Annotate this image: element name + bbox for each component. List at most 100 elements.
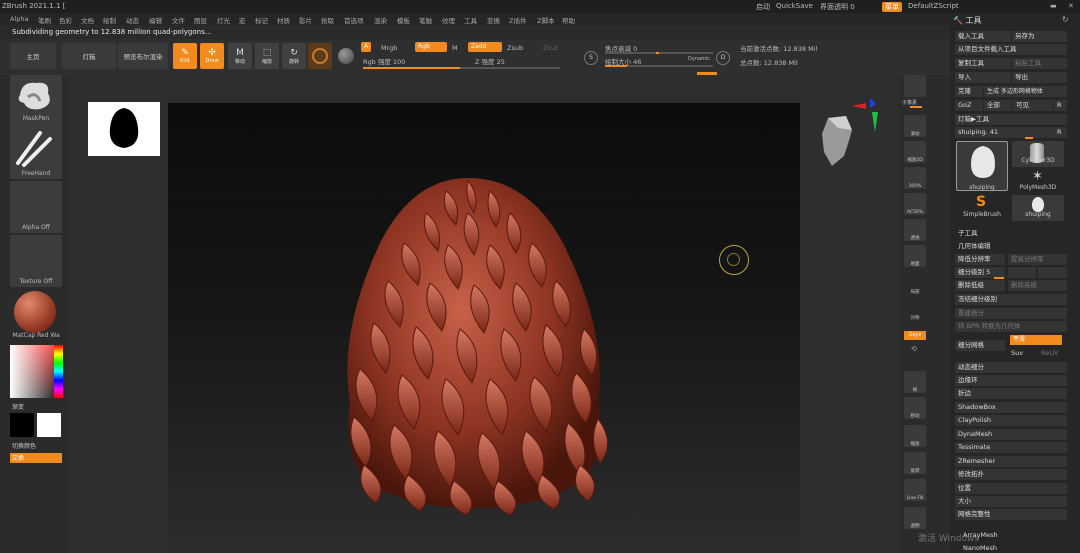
dynamic-toggle[interactable]: Dynamic (688, 56, 710, 62)
gxyz-button[interactable]: Gxyz (904, 331, 926, 340)
scroll-button[interactable]: 滚动 (904, 115, 926, 137)
zoom2d-button[interactable]: 缩放2D (904, 141, 926, 163)
size-section[interactable]: 大小 (955, 496, 1067, 507)
current-tool-slider[interactable]: shuiping. 41 (955, 127, 1054, 138)
palette-refresh-icon[interactable]: ↻ (1062, 15, 1069, 24)
rotate-button[interactable]: ↻ 旋转 (282, 43, 306, 69)
zremesher-section[interactable]: ZRemesher (955, 456, 1067, 467)
move-view-button[interactable]: 移动 (904, 397, 926, 419)
symmetry-button[interactable]: 对称 (904, 299, 926, 321)
clone-button[interactable]: 克隆 (955, 86, 983, 97)
subtool-section[interactable]: 子工具 (955, 228, 1067, 239)
navigation-thumbnail[interactable] (88, 102, 160, 156)
current-tool-r-button[interactable]: R (1054, 127, 1067, 138)
bpr-render-button[interactable] (904, 75, 926, 97)
shadowbox-section[interactable]: ShadowBox (955, 402, 1067, 413)
default-zscript[interactable]: DefaultZScript (908, 2, 959, 10)
higher-res-button[interactable]: 提高分辨率 (1008, 254, 1067, 265)
menu-stencil[interactable]: 模板 (397, 15, 410, 25)
nanomesh-section[interactable]: NanoMesh (960, 543, 1072, 553)
startup-menu[interactable]: 启动 (756, 2, 770, 12)
menu-texture[interactable]: 纹理 (442, 15, 455, 25)
perspective-button[interactable]: 透视 (904, 219, 926, 241)
export-button[interactable]: 导出 (1012, 72, 1067, 83)
geometry-section[interactable]: 几何体编辑 (955, 241, 1067, 252)
edge-loop-section[interactable]: 边缘环 (955, 375, 1067, 386)
home-button[interactable]: 主页 (10, 43, 56, 69)
menu-movie-dynamics[interactable]: 动态 (126, 15, 139, 25)
menu-render[interactable]: 渲染 (374, 15, 387, 25)
menu-file[interactable]: 文件 (172, 15, 185, 25)
menu-macro[interactable]: 宏 (239, 15, 246, 25)
edit-button[interactable]: ✎ Edit (173, 43, 197, 69)
crease-section[interactable]: 折边 (955, 388, 1067, 399)
zoom-view-button[interactable]: 缩放 (904, 425, 926, 447)
ui-transparency-slider[interactable]: 界面透明 0 (820, 2, 855, 12)
menu-transform[interactable]: 变换 (487, 15, 500, 25)
lightbox-tools-button[interactable]: 灯箱▶工具 (955, 114, 1067, 125)
menu-draw[interactable]: 绘制 (103, 15, 116, 25)
focal-shift-track[interactable] (605, 52, 713, 54)
menu-alpha[interactable]: Alpha (10, 15, 28, 23)
reuv-toggle[interactable]: ReUV (1038, 348, 1067, 359)
scale-button[interactable]: ⬚ 缩放 (255, 43, 279, 69)
orientation-head-gizmo[interactable] (818, 112, 856, 170)
load-tool-button[interactable]: 载入工具 (955, 31, 1011, 42)
menu-tool[interactable]: 工具 (464, 15, 477, 25)
reconstruct-subdiv-button[interactable]: 重建细分 (955, 308, 1067, 319)
goz-all-button[interactable]: 全部 (984, 100, 1012, 111)
modify-topology-section[interactable]: 修改拓扑 (955, 469, 1067, 480)
local-button[interactable]: 局部 (904, 273, 926, 295)
load-from-project-button[interactable]: 从项目文件载入工具 (955, 44, 1067, 55)
transparency-button[interactable]: 透明 (904, 507, 926, 529)
bpr-preview-button[interactable]: 预览布尔渲染 (118, 43, 168, 69)
tessimate-section[interactable]: Tessimate (955, 442, 1067, 453)
rotate-axis-icon[interactable]: ⟲ (911, 345, 917, 353)
freeze-subdiv-button[interactable]: 冻结细分级别 (955, 294, 1067, 305)
mesh-integrity-section[interactable]: 网格完整性 (955, 509, 1067, 520)
actual-size-button[interactable]: 100% (904, 167, 926, 189)
goz-r-button[interactable]: R (1054, 100, 1067, 111)
goz-button[interactable]: GoZ (955, 100, 983, 111)
zadd-toggle[interactable]: Zadd (468, 42, 502, 52)
line-fill-button[interactable]: Line Fill (904, 479, 926, 501)
import-button[interactable]: 导入 (955, 72, 1011, 83)
rgb-intensity-slider[interactable]: Rgb 强度 100 (363, 56, 405, 66)
zcut-toggle[interactable]: Zcut (543, 44, 558, 52)
menu-stroke[interactable]: 笔触 (419, 15, 432, 25)
menu-layer[interactable]: 图层 (194, 15, 207, 25)
lower-res-button[interactable]: 降低分辨率 (955, 254, 1005, 265)
s-size-icon[interactable]: S (584, 51, 598, 65)
menu-zscript[interactable]: Z脚本 (537, 15, 554, 25)
lightbox-button[interactable]: 灯箱 (62, 43, 116, 69)
claypolish-section[interactable]: ClayPolish (955, 415, 1067, 426)
suv-toggle[interactable]: Suv (1008, 348, 1036, 359)
menu-color[interactable]: 色彩 (59, 15, 72, 25)
dynamic-subdiv-section[interactable]: 动态细分 (955, 362, 1067, 373)
menu-help[interactable]: 帮助 (562, 15, 575, 25)
sdiv-rstr-button[interactable] (1038, 267, 1067, 278)
position-section[interactable]: 位置 (955, 483, 1067, 494)
minimize-icon[interactable]: ▬ (1050, 2, 1057, 10)
mrgb-toggle[interactable]: Mrgb (381, 44, 397, 52)
sdiv-cage-button[interactable] (1008, 267, 1036, 278)
dynamesh-section[interactable]: DynaMesh (955, 429, 1067, 440)
convert-bpr-button[interactable]: 将 BPR 转换为几何体 (955, 321, 1067, 332)
menu-button[interactable]: 菜单 (882, 2, 902, 12)
menu-light[interactable]: 灯光 (217, 15, 230, 25)
menu-material[interactable]: 材质 (277, 15, 290, 25)
copy-tool-button[interactable]: 复制工具 (955, 58, 1011, 69)
z-intensity-slider[interactable]: Z 强度 25 (475, 56, 505, 66)
material-sphere-button[interactable] (334, 43, 358, 69)
viewport-canvas[interactable] (168, 103, 800, 553)
secondary-color-swatch[interactable] (37, 413, 61, 437)
make-polymesh-button[interactable]: 生成 多边形网格物体 (984, 86, 1067, 97)
axis-gizmo[interactable] (852, 98, 884, 134)
delete-higher-button[interactable]: 删除高级 (1008, 280, 1067, 291)
smooth-toggle[interactable]: 平滑 (1010, 335, 1062, 345)
d-dynamic-icon[interactable]: D (716, 51, 730, 65)
menu-brush[interactable]: 笔刷 (38, 15, 51, 25)
rgb-toggle[interactable]: Rgb (415, 42, 447, 52)
move-button[interactable]: M 移动 (228, 43, 252, 69)
menu-edit[interactable]: 编辑 (149, 15, 162, 25)
